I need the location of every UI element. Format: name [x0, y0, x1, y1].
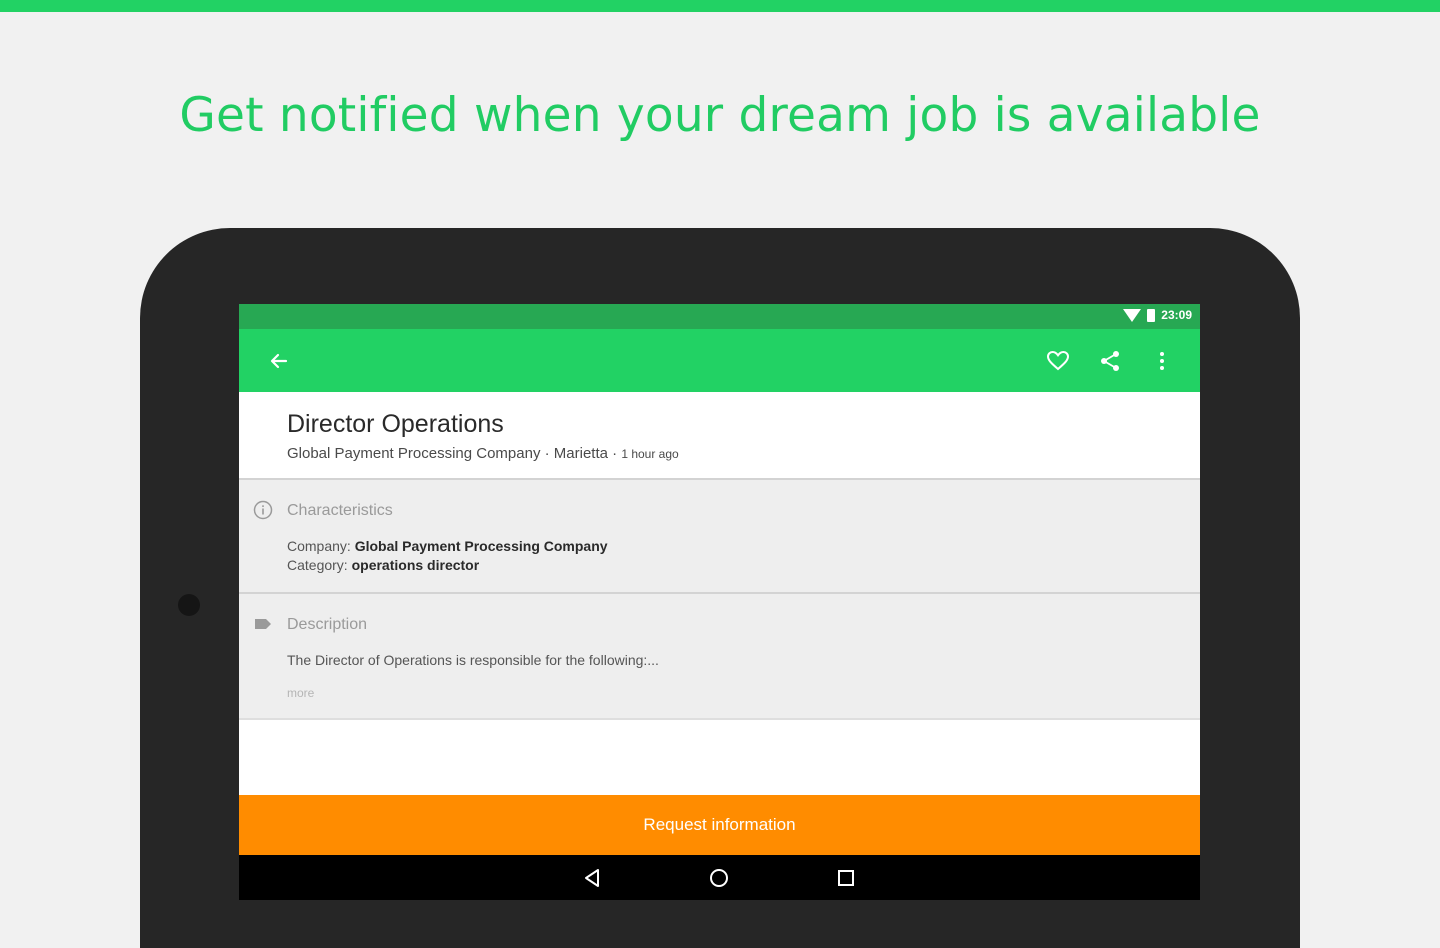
- request-information-button[interactable]: Request information: [239, 795, 1200, 855]
- job-subtitle: Global Payment Processing Company · Mari…: [287, 445, 679, 462]
- characteristics-section: Characteristics Company: Global Payment …: [239, 478, 1200, 592]
- company-value: Global Payment Processing Company: [354, 538, 608, 554]
- device-screen: 23:09 Director Operations Global Payment…: [239, 304, 1200, 900]
- characteristics-title: Characteristics: [287, 502, 393, 519]
- company-line: Company: Global Payment Processing Compa…: [287, 538, 608, 554]
- more-link[interactable]: more: [287, 686, 314, 700]
- status-bar: 23:09: [239, 304, 1200, 329]
- heart-icon[interactable]: [1040, 346, 1076, 376]
- battery-icon: [1147, 308, 1156, 322]
- app-bar: [239, 329, 1200, 392]
- content-spacer: [239, 718, 1200, 795]
- category-value: operations director: [351, 557, 480, 573]
- system-nav-bar: [239, 855, 1200, 900]
- tablet-camera: [178, 594, 200, 616]
- nav-recents-icon[interactable]: [835, 867, 857, 889]
- description-section: Description The Director of Operations i…: [239, 592, 1200, 718]
- job-header: Director Operations Global Payment Proce…: [239, 392, 1200, 478]
- category-line: Category: operations director: [287, 557, 479, 573]
- job-title: Director Operations: [287, 410, 504, 438]
- company-location: Global Payment Processing Company · Mari…: [287, 445, 622, 462]
- description-title: Description: [287, 616, 368, 633]
- nav-back-icon[interactable]: [581, 867, 603, 889]
- share-icon[interactable]: [1092, 346, 1128, 376]
- label-tag-icon: [253, 614, 273, 634]
- more-vert-icon[interactable]: [1144, 346, 1180, 376]
- company-label: Company:: [287, 538, 355, 554]
- wifi-icon: [1123, 308, 1142, 322]
- info-icon: [253, 500, 273, 520]
- category-label: Category:: [287, 557, 352, 573]
- top-accent-strip: [0, 0, 1440, 12]
- description-text: The Director of Operations is responsibl…: [287, 652, 659, 668]
- back-arrow-icon[interactable]: [265, 347, 293, 375]
- status-time: 23:09: [1161, 308, 1192, 322]
- posted-time: 1 hour ago: [621, 447, 679, 461]
- promo-headline: Get notified when your dream job is avai…: [179, 88, 1261, 143]
- nav-home-icon[interactable]: [708, 867, 730, 889]
